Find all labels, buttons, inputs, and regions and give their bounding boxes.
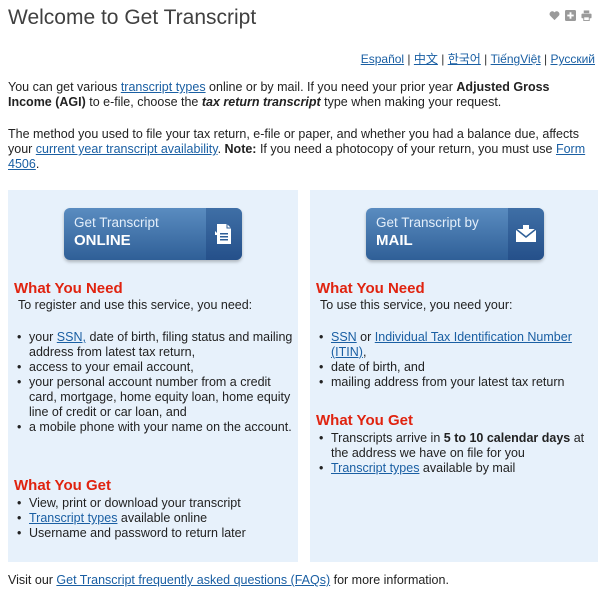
heart-icon[interactable]: [549, 10, 560, 21]
envelope-icon: [508, 208, 544, 260]
intro-paragraph-1: You can get various transcript types onl…: [8, 80, 592, 110]
text: ,: [362, 345, 367, 359]
what-you-get-heading: What You Get: [316, 412, 413, 429]
text: online or by mail. If you need your prio…: [205, 80, 457, 94]
page-actions: [549, 10, 592, 21]
list-item: access to your email account,: [14, 360, 296, 375]
list-item: SSN or Individual Tax Identification Num…: [316, 330, 596, 360]
what-you-get-heading: What You Get: [14, 477, 111, 494]
list-item: your personal account number from a cred…: [14, 375, 296, 420]
text: Transcripts arrive in: [331, 431, 444, 445]
lang-separator: |: [480, 52, 491, 66]
need-subtitle: To register and use this service, you ne…: [18, 298, 253, 312]
lang-separator: |: [540, 52, 551, 66]
get-list: View, print or download your transcript …: [14, 496, 296, 541]
download-document-icon: [206, 208, 242, 260]
note-label: Note:: [224, 142, 257, 156]
ssn-link[interactable]: SSN,: [57, 330, 86, 344]
ssn-link[interactable]: SSN: [331, 330, 357, 344]
lang-link-chinese[interactable]: 中文: [414, 52, 438, 66]
text: .: [35, 157, 40, 171]
text: If you need a photocopy of your return, …: [256, 142, 556, 156]
what-you-need-heading: What You Need: [14, 280, 123, 297]
page-title: Welcome to Get Transcript: [8, 6, 257, 29]
list-item: Username and password to return later: [14, 526, 296, 541]
transcript-types-link[interactable]: Transcript types: [29, 511, 117, 525]
text: or: [356, 330, 375, 344]
transcript-types-link[interactable]: Transcript types: [331, 461, 419, 475]
get-transcript-mail-button[interactable]: Get Transcript by MAIL: [366, 208, 544, 260]
need-subtitle: To use this service, you need your:: [320, 298, 513, 312]
lang-link-korean[interactable]: 한국어: [448, 52, 481, 66]
text: available online: [117, 511, 208, 525]
language-links: Español | 中文 | 한국어 | TiếngViệt | Русский: [361, 50, 595, 67]
button-label-line1: Get Transcript by: [376, 215, 479, 230]
transcript-types-link[interactable]: transcript types: [121, 80, 206, 94]
text: available by mail: [419, 461, 516, 475]
get-list: Transcripts arrive in 5 to 10 calendar d…: [316, 431, 596, 476]
lang-link-spanish[interactable]: Español: [361, 52, 404, 66]
lang-separator: |: [404, 52, 414, 66]
faq-link[interactable]: Get Transcript frequently asked question…: [56, 573, 330, 587]
list-item: Transcript types available by mail: [316, 461, 596, 476]
get-transcript-online-button[interactable]: Get Transcript ONLINE: [64, 208, 242, 260]
button-label-line2: MAIL: [376, 232, 413, 249]
mail-panel: Get Transcript by MAIL What You Need To …: [310, 190, 598, 562]
lang-link-vietnamese[interactable]: TiếngViệt: [491, 52, 541, 66]
list-item: Transcript types available online: [14, 511, 296, 526]
list-item: Transcripts arrive in 5 to 10 calendar d…: [316, 431, 596, 461]
what-you-need-heading: What You Need: [316, 280, 425, 297]
text: You can get various: [8, 80, 121, 94]
list-item: mailing address from your latest tax ret…: [316, 375, 596, 390]
text: type when making your request.: [320, 95, 502, 109]
tax-return-transcript-emphasis: tax return transcript: [201, 95, 321, 109]
need-list: SSN or Individual Tax Identification Num…: [316, 330, 596, 390]
need-list: your SSN, date of birth, filing status a…: [14, 330, 296, 435]
current-year-availability-link[interactable]: current year transcript availability: [36, 142, 218, 156]
text: to e-file, choose the: [85, 95, 202, 109]
intro-paragraph-2: The method you used to file your tax ret…: [8, 127, 592, 172]
footer-text: Visit our Get Transcript frequently aske…: [8, 573, 449, 587]
list-item: date of birth, and: [316, 360, 596, 375]
text: .: [217, 142, 225, 156]
button-label-line2: ONLINE: [74, 232, 131, 249]
text: your: [29, 330, 57, 344]
text: Visit our: [8, 573, 57, 587]
list-item: your SSN, date of birth, filing status a…: [14, 330, 296, 360]
list-item: View, print or download your transcript: [14, 496, 296, 511]
text: for more information.: [330, 573, 449, 587]
list-item: a mobile phone with your name on the acc…: [14, 420, 296, 435]
delivery-time-bold: 5 to 10 calendar days: [443, 431, 571, 445]
lang-separator: |: [437, 52, 448, 66]
lang-link-russian[interactable]: Русский: [550, 52, 595, 66]
plus-icon[interactable]: [565, 10, 576, 21]
online-panel: Get Transcript ONLINE What You Need To r…: [8, 190, 298, 562]
button-label-line1: Get Transcript: [74, 215, 159, 230]
print-icon[interactable]: [581, 10, 592, 21]
